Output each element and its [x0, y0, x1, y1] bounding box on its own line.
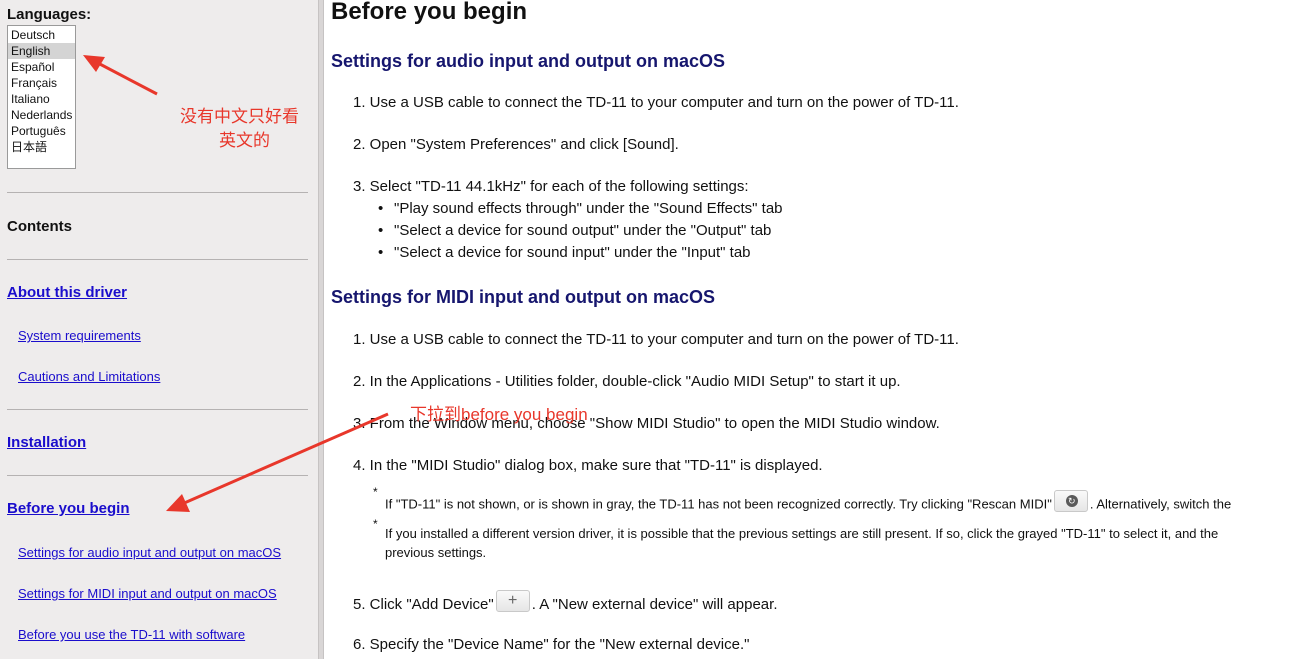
page-title: Before you begin — [331, 0, 528, 25]
nav-link-before-software[interactable]: Before you use the TD-11 with software — [18, 627, 245, 642]
nav-link-before-you-begin[interactable]: Before you begin — [7, 500, 130, 517]
plus-icon: + — [508, 592, 518, 609]
language-option-italiano[interactable]: Italiano — [8, 91, 75, 107]
sidebar: Languages: Deutsch English Español Franç… — [0, 0, 318, 659]
add-device-button-image: + — [495, 590, 530, 612]
audio-bullet-item: "Select a device for sound input" under … — [378, 244, 751, 261]
language-listbox[interactable]: Deutsch English Español Français Italian… — [7, 25, 76, 169]
sidebar-divider — [7, 475, 308, 476]
language-option-espanol[interactable]: Español — [8, 59, 75, 75]
nav-link-installation[interactable]: Installation — [7, 434, 86, 451]
note-previous-driver-cont: previous settings. — [385, 545, 487, 560]
audio-bullet-item: "Select a device for sound output" under… — [378, 222, 771, 239]
sidebar-divider — [7, 259, 308, 260]
rescan-icon: ↻ — [1065, 495, 1078, 507]
annotation-note-scroll: 下拉到before you begin — [410, 405, 588, 424]
language-option-nederlands[interactable]: Nederlands — [8, 107, 75, 123]
midi-section-heading: Settings for MIDI input and output on ma… — [331, 287, 715, 307]
note-asterisk: * — [373, 485, 378, 499]
midi-step-5: 5. Click "Add Device" + . A "New external … — [353, 590, 778, 616]
main-content: Before you begin Settings for audio inpu… — [324, 0, 1294, 659]
midi-step-1: 1. Use a USB cable to connect the TD-11 … — [353, 331, 959, 348]
annotation-note-no-chinese-cont: 英文的 — [219, 131, 270, 150]
midi-step-2: 2. In the Applications - Utilities folde… — [353, 373, 901, 390]
note-rescan-text-cont: . Alternatively, switch the — [1089, 496, 1232, 512]
sidebar-divider — [7, 409, 308, 410]
nav-link-system-requirements[interactable]: System requirements — [18, 328, 141, 343]
language-option-deutsch[interactable]: Deutsch — [8, 27, 75, 43]
audio-step-1: 1. Use a USB cable to connect the TD-11 … — [353, 94, 959, 111]
note-rescan-text: If "TD-11" is not shown, or is shown in … — [385, 496, 1052, 512]
languages-label: Languages: — [7, 6, 92, 23]
contents-heading: Contents — [7, 218, 72, 235]
nav-link-midi-settings[interactable]: Settings for MIDI input and output on ma… — [18, 586, 277, 601]
audio-section-heading: Settings for audio input and output on m… — [331, 51, 725, 71]
note-rescan: If "TD-11" is not shown, or is shown in … — [385, 490, 1232, 516]
language-option-francais[interactable]: Français — [8, 75, 75, 91]
audio-bullet-item: "Play sound effects through" under the "… — [378, 200, 782, 217]
sidebar-divider — [7, 192, 308, 193]
audio-step-3: 3. Select "TD-11 44.1kHz" for each of th… — [353, 178, 749, 195]
audio-step-2: 2. Open "System Preferences" and click [… — [353, 136, 679, 153]
nav-link-audio-settings[interactable]: Settings for audio input and output on m… — [18, 545, 281, 560]
language-option-portugues[interactable]: Português — [8, 123, 75, 139]
midi-step-6: 6. Specify the "Device Name" for the "Ne… — [353, 636, 750, 653]
midi-step-5-text: 5. Click "Add Device" — [353, 595, 494, 613]
nav-link-cautions[interactable]: Cautions and Limitations — [18, 369, 160, 384]
midi-step-5-text-cont: . A "New external device" will appear. — [531, 595, 778, 613]
nav-link-about-driver[interactable]: About this driver — [7, 284, 127, 301]
language-option-japanese[interactable]: 日本語 — [8, 139, 75, 155]
language-option-english[interactable]: English — [8, 43, 75, 59]
note-previous-driver: If you installed a different version dri… — [385, 526, 1219, 541]
annotation-note-no-chinese: 没有中文只好看 — [180, 107, 299, 126]
midi-step-4: 4. In the "MIDI Studio" dialog box, make… — [353, 457, 823, 474]
rescan-midi-button: ↻ — [1053, 490, 1088, 512]
note-asterisk: * — [373, 517, 378, 531]
